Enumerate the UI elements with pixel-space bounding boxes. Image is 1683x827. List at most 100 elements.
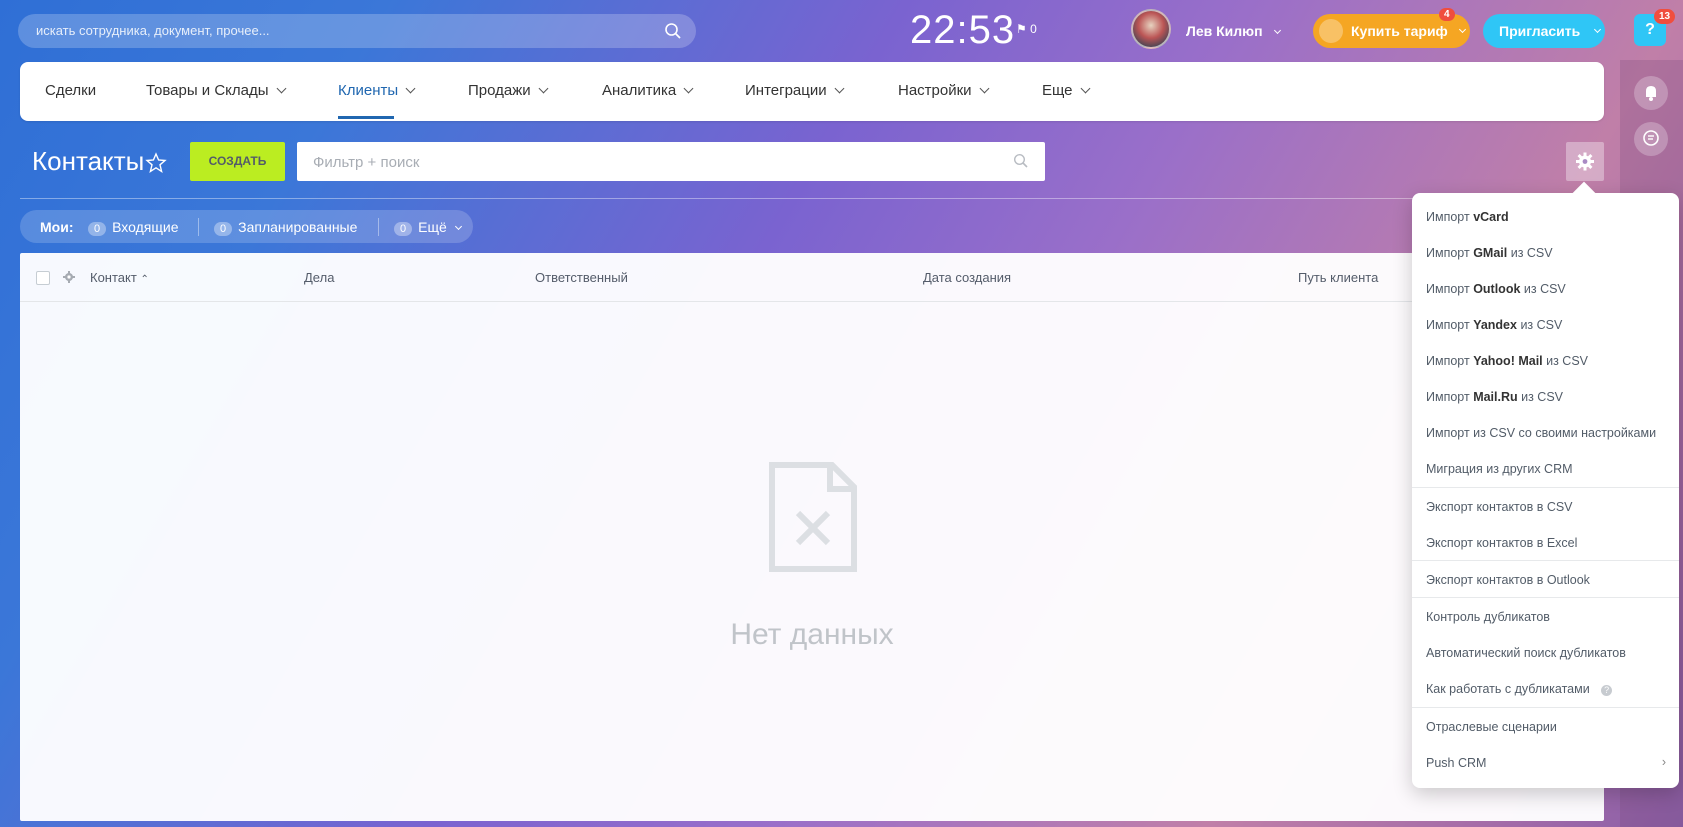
menu-separator [1412,487,1679,488]
search-icon[interactable] [1013,153,1029,169]
chevron-down-icon [1080,83,1090,94]
nav-item-deals[interactable]: Сделки [45,82,96,99]
menu-item-text: из CSV [1517,390,1564,404]
nav-item-analytics[interactable]: Аналитика [602,82,694,99]
column-header-created[interactable]: Дата создания [923,270,1011,285]
menu-item-text: Как работать с дубликатами [1426,682,1590,696]
menu-item-import-vcard[interactable]: Импорт vCard [1426,210,1509,224]
rocket-icon [1319,19,1343,43]
menu-item-export-csv[interactable]: Экспорт контактов в CSV [1426,500,1573,514]
user-menu[interactable]: Лев Килюп [1186,23,1282,39]
bell-icon [1646,86,1656,101]
filter-placeholder: Фильтр + поиск [313,154,420,171]
column-header-responsible[interactable]: Ответственный [535,270,628,285]
nav-item-integrations[interactable]: Интеграции [745,82,845,99]
menu-item-text: Импорт [1426,354,1474,368]
star-icon[interactable] [145,152,167,174]
nav-label: Клиенты [338,82,399,99]
nav-item-sales[interactable]: Продажи [468,82,549,99]
counter-label: Ещё [418,219,447,235]
counter-planned[interactable]: 0 Запланированные [214,219,357,236]
menu-item-export-excel[interactable]: Экспорт контактов в Excel [1426,536,1577,550]
chevron-down-icon [1458,25,1467,34]
global-search-placeholder: искать сотрудника, документ, прочее... [36,23,270,38]
nav-item-more[interactable]: Еще [1042,82,1090,99]
chevron-down-icon [979,83,990,94]
help-button[interactable]: ? 13 [1634,9,1676,46]
counter-incoming[interactable]: 0 Входящие [88,219,179,236]
menu-item-export-outlook[interactable]: Экспорт контактов в Outlook [1426,573,1590,587]
buy-tariff-button[interactable]: Купить тариф 4 [1313,8,1470,48]
buy-tariff-label: Купить тариф [1351,23,1448,39]
menu-item-bold: Mail.Ru [1473,390,1518,404]
chevron-down-icon [405,83,416,94]
counters-label: Мои: [40,219,74,235]
counter-badge: 0 [88,222,107,236]
chevron-down-icon [1593,25,1602,34]
menu-item-bold: Outlook [1473,282,1521,296]
menu-item-duplicate-control[interactable]: Контроль дубликатов [1426,610,1550,624]
chat-button[interactable] [1634,122,1668,156]
counter-badge: 0 [394,222,413,236]
counter-more[interactable]: 0 Ещё [394,219,462,236]
settings-menu: Импорт vCard Импорт GMail из CSV Импорт … [1412,193,1679,788]
nav-item-clients[interactable]: Клиенты [338,82,416,119]
menu-item-import-gmail[interactable]: Импорт GMail из CSV [1426,246,1553,260]
menu-separator [1412,707,1679,708]
menu-item-text: Импорт [1426,318,1474,332]
menu-item-auto-duplicates[interactable]: Автоматический поиск дубликатов [1426,646,1626,660]
menu-item-text: из CSV [1516,318,1563,332]
menu-item-bold: GMail [1473,246,1508,260]
menu-item-industry-scenarios[interactable]: Отраслевые сценарии [1426,720,1557,734]
menu-item-import-mailru[interactable]: Импорт Mail.Ru из CSV [1426,390,1563,404]
gear-icon[interactable] [62,270,76,284]
menu-item-import-outlook[interactable]: Импорт Outlook из CSV [1426,282,1566,296]
select-all-checkbox[interactable] [36,271,50,285]
menu-item-duplicates-help[interactable]: Как работать с дубликатами ? [1426,682,1613,696]
counter-label: Запланированные [238,219,358,235]
menu-separator [1412,560,1679,561]
counter-badge: 0 [214,222,233,236]
page-title: Контакты [32,146,145,176]
menu-item-import-custom-csv[interactable]: Импорт из CSV со своими настройками [1426,426,1656,440]
counters-bar: Мои: 0 Входящие 0 Запланированные 0 Ещё [20,210,473,243]
menu-item-import-yandex[interactable]: Импорт Yandex из CSV [1426,318,1562,332]
global-search[interactable]: искать сотрудника, документ, прочее... [18,14,696,48]
menu-item-text: из CSV [1542,354,1589,368]
nav-item-settings[interactable]: Настройки [898,82,990,99]
column-label: Контакт [90,270,137,285]
notifications-button[interactable] [1634,76,1668,110]
menu-item-import-yahoo[interactable]: Импорт Yahoo! Mail из CSV [1426,354,1588,368]
menu-item-text: Импорт [1426,282,1474,296]
clock[interactable]: 22:53 [910,8,1015,53]
menu-item-text: Импорт [1426,210,1474,224]
search-icon[interactable] [664,22,682,40]
chevron-down-icon [454,222,462,231]
chevron-down-icon [834,83,845,94]
avatar[interactable] [1131,9,1171,49]
chevron-right-icon: › [1661,755,1666,769]
help-icon[interactable]: ? [1601,685,1613,696]
menu-item-text: Push CRM [1426,756,1487,770]
nav-item-goods[interactable]: Товары и Склады [146,82,286,99]
invite-label: Пригласить [1499,23,1581,39]
settings-button[interactable] [1566,142,1604,181]
sort-asc-icon: ⌃ [140,274,149,285]
flag-counter[interactable]: ⚑ 0 [1016,22,1037,36]
divider [378,218,379,236]
menu-item-migration[interactable]: Миграция из других CRM [1426,462,1573,476]
empty-state-text: Нет данных [730,618,894,651]
chevron-down-icon [538,83,549,94]
flag-icon: ⚑ [1016,22,1027,36]
column-header-tasks[interactable]: Дела [304,270,334,285]
menu-separator [1412,597,1679,598]
chevron-down-icon [683,83,694,94]
create-button[interactable]: СОЗДАТЬ [190,142,285,181]
menu-item-bold: Yahoo! Mail [1473,354,1543,368]
filter-search-input[interactable]: Фильтр + поиск [297,142,1045,181]
menu-item-push-crm[interactable]: Push CRM › [1426,755,1666,770]
column-header-contact[interactable]: Контакт ⌃ [90,270,149,285]
chevron-down-icon [1274,26,1282,35]
invite-button[interactable]: Пригласить [1483,14,1605,48]
column-header-client-path[interactable]: Путь клиента [1298,270,1378,285]
